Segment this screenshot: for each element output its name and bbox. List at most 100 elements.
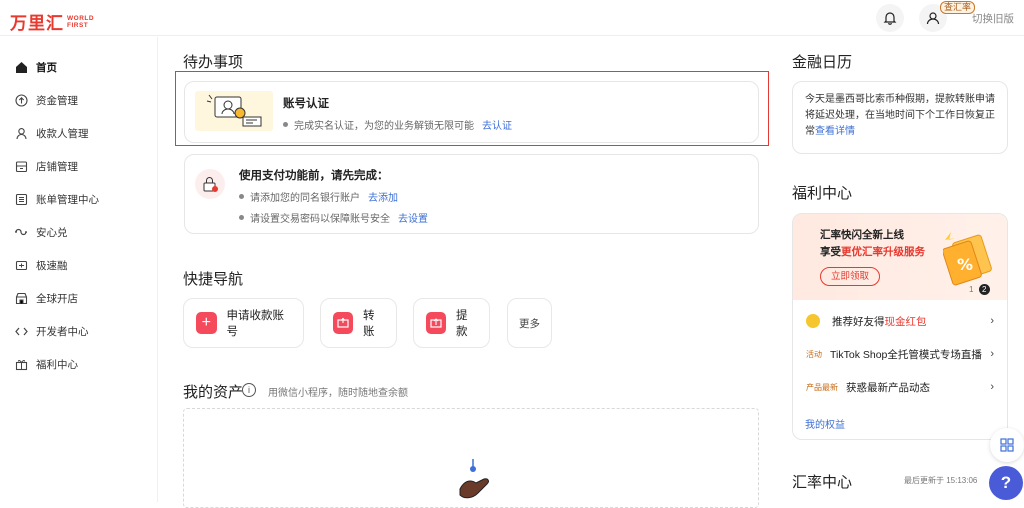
welfare-row-product[interactable]: 产品最新 获惑最新产品动态 ›	[794, 371, 1008, 403]
my-benefits-link[interactable]: 我的权益	[805, 416, 845, 431]
logo[interactable]: 万里汇 WORLD FIRST	[10, 9, 94, 34]
sidebar-item-bills[interactable]: 账单管理中心	[14, 189, 99, 209]
sidebar-item-label: 收款人管理	[36, 127, 89, 140]
pager-active[interactable]: 2	[978, 284, 990, 295]
quick-nav-title: 快捷导航	[183, 271, 244, 288]
chevron-right-icon: ›	[990, 348, 994, 360]
sidebar-item-funds[interactable]: 资金管理	[14, 90, 78, 110]
notification-bell-icon[interactable]	[876, 4, 904, 32]
finance-icon	[14, 258, 28, 272]
chevron-right-icon: ›	[990, 381, 994, 393]
todo-title: 待办事项	[183, 54, 244, 71]
sidebar-item-label: 安心兑	[36, 226, 68, 239]
payee-icon	[14, 126, 28, 140]
welfare-row-referral[interactable]: 推荐好友得 现金红包 ›	[794, 305, 1008, 337]
referral-highlight: 现金红包	[884, 315, 927, 328]
set-password-text: 请设置交易密码以保障账号安全	[250, 214, 390, 225]
fx-updated: 最后更新于 15:13:06	[904, 476, 978, 485]
sidebar: 首页 资金管理 收款人管理 店铺管理 账单管理中心 安心兑 极速融 全球开店 开…	[0, 37, 158, 502]
banner-line2-highlight: 更优汇率升级服务	[841, 246, 925, 258]
info-icon[interactable]: i	[242, 383, 256, 397]
withdraw-button[interactable]: 提款	[413, 298, 490, 348]
quick-label: 申请收款账号	[226, 310, 285, 338]
lock-icon	[195, 169, 225, 199]
set-password-line: 请设置交易密码以保障账号安全 去设置	[239, 210, 428, 225]
logo-en-line1: WORLD	[67, 14, 95, 22]
svg-text:%: %	[957, 255, 973, 274]
referral-text: 推荐好友得	[832, 315, 885, 328]
sidebar-item-label: 首页	[36, 61, 57, 74]
calendar-card: 今天是墨西哥比索币种假期，提款转账申请将延迟处理，在当地时间下个工作日恢复正常查…	[792, 81, 1008, 154]
activity-tag: 活动	[806, 349, 822, 359]
exchange-icon	[14, 225, 28, 239]
transfer-button[interactable]: 转账	[320, 298, 397, 348]
logo-text: 万里汇	[10, 14, 64, 33]
logo-english: WORLD FIRST	[67, 15, 94, 29]
funds-icon	[14, 93, 28, 107]
add-bank-line: 请添加您的同名银行账户 去添加	[239, 189, 398, 204]
assets-panel	[183, 408, 759, 508]
payment-setup-card: 使用支付功能前，请先完成： 请添加您的同名银行账户 去添加 请设置交易密码以保障…	[184, 154, 759, 234]
sidebar-item-exchange[interactable]: 安心兑	[14, 222, 68, 242]
add-bank-text: 请添加您的同名银行账户	[250, 193, 360, 204]
sidebar-item-label: 福利中心	[36, 358, 78, 371]
sidebar-item-label: 店铺管理	[36, 160, 78, 173]
claim-now-button[interactable]: 立即领取	[820, 267, 881, 286]
withdraw-icon	[426, 312, 447, 334]
switch-old-version-link[interactable]: 切换旧版	[972, 11, 1014, 26]
plus-icon: +	[196, 312, 217, 334]
sidebar-item-payees[interactable]: 收款人管理	[14, 123, 89, 143]
payment-setup-title: 使用支付功能前，请先完成：	[239, 170, 389, 182]
calendar-details-link[interactable]: 查看详情	[815, 126, 855, 137]
calendar-title: 金融日历	[792, 54, 853, 71]
banner-pager[interactable]: 1 2	[969, 284, 990, 295]
welfare-row-tiktok[interactable]: 活动 TikTok Shop全托管模式专场直播 ›	[794, 338, 1008, 370]
quick-label: 提款	[456, 310, 468, 338]
highlight-box	[175, 71, 769, 146]
app-grid-icon[interactable]	[990, 428, 1024, 462]
tiktok-text: TikTok Shop全托管模式专场直播	[830, 348, 982, 361]
rate-badge[interactable]: 查汇率	[940, 1, 976, 14]
bill-icon	[14, 192, 28, 206]
sidebar-item-label: 资金管理	[36, 94, 78, 107]
pager-inactive[interactable]: 1	[969, 285, 973, 294]
assets-hint: 用微信小程序，随时随地查余额	[268, 388, 408, 399]
apply-receiving-account-button[interactable]: + 申请收款账号	[183, 298, 304, 348]
banner-line1: 汇率快闪全新上线	[820, 229, 904, 241]
welfare-banner[interactable]: 汇率快闪全新上线 享受更优汇率升级服务 立即领取 % 1 2	[793, 214, 1007, 300]
bullet-dot	[239, 194, 244, 199]
coupon-illustration-icon: %	[942, 230, 995, 291]
sidebar-item-global-store[interactable]: 全球开店	[14, 288, 78, 308]
sidebar-item-welfare[interactable]: 福利中心	[14, 354, 78, 374]
bullet-dot	[239, 215, 244, 220]
sidebar-item-label: 开发者中心	[36, 325, 89, 338]
go-add-link[interactable]: 去添加	[368, 189, 398, 204]
sidebar-item-stores[interactable]: 店铺管理	[14, 156, 78, 176]
sidebar-item-label: 全球开店	[36, 292, 78, 305]
more-button[interactable]: 更多	[507, 298, 552, 348]
hand-illustration-icon	[454, 455, 494, 508]
store-icon	[14, 159, 28, 173]
welfare-title: 福利中心	[792, 185, 853, 202]
sidebar-item-label: 账单管理中心	[36, 193, 99, 206]
chevron-right-icon: ›	[990, 315, 994, 327]
gift-icon	[14, 357, 28, 371]
product-text: 获惑最新产品动态	[846, 381, 930, 394]
sidebar-item-home[interactable]: 首页	[14, 57, 57, 77]
top-bar: 万里汇 WORLD FIRST 查汇率 切换旧版	[0, 0, 1024, 36]
assets-title: 我的资产	[183, 384, 244, 401]
go-set-link[interactable]: 去设置	[398, 210, 428, 225]
home-icon	[14, 60, 28, 74]
global-store-icon	[14, 291, 28, 305]
sidebar-item-finance[interactable]: 极速融	[14, 255, 68, 275]
product-tag: 产品最新	[806, 382, 838, 392]
developer-icon	[14, 324, 28, 338]
transfer-icon	[333, 312, 354, 334]
coin-icon	[806, 314, 820, 328]
quick-label: 更多	[519, 317, 540, 330]
sidebar-item-developer[interactable]: 开发者中心	[14, 321, 89, 341]
logo-en-line2: FIRST	[67, 21, 89, 29]
help-icon[interactable]: ?	[989, 466, 1023, 500]
sidebar-item-label: 极速融	[36, 259, 68, 272]
banner-line2: 享受更优汇率升级服务	[820, 244, 925, 259]
